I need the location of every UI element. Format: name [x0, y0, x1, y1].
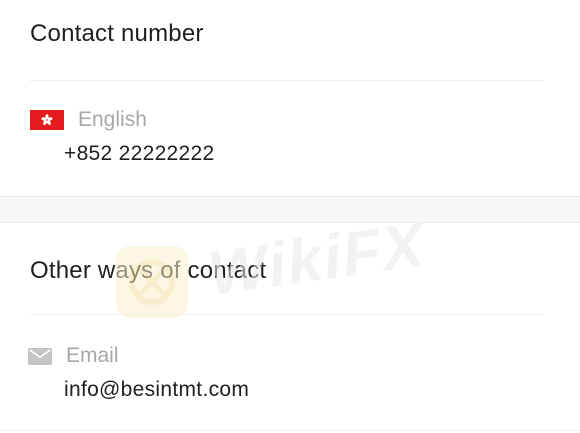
phone-language-label: English	[78, 108, 147, 132]
email-label: Email	[66, 344, 119, 368]
phone-number-value[interactable]: +852 22222222	[64, 142, 214, 166]
other-contact-title: Other ways of contact	[30, 257, 266, 285]
envelope-icon	[28, 348, 52, 365]
email-value[interactable]: info@besintmt.com	[64, 378, 249, 402]
email-row-header: Email	[30, 344, 119, 368]
contact-number-card: Contact number English +852 22222222	[0, 0, 580, 197]
phone-row-header: English	[30, 108, 147, 132]
bottom-divider	[0, 430, 580, 431]
divider	[30, 314, 544, 315]
divider	[30, 80, 544, 81]
other-contact-card: Other ways of contact Email info@besintm…	[0, 222, 580, 433]
hong-kong-flag-icon	[30, 110, 64, 130]
contact-number-title: Contact number	[30, 20, 204, 48]
